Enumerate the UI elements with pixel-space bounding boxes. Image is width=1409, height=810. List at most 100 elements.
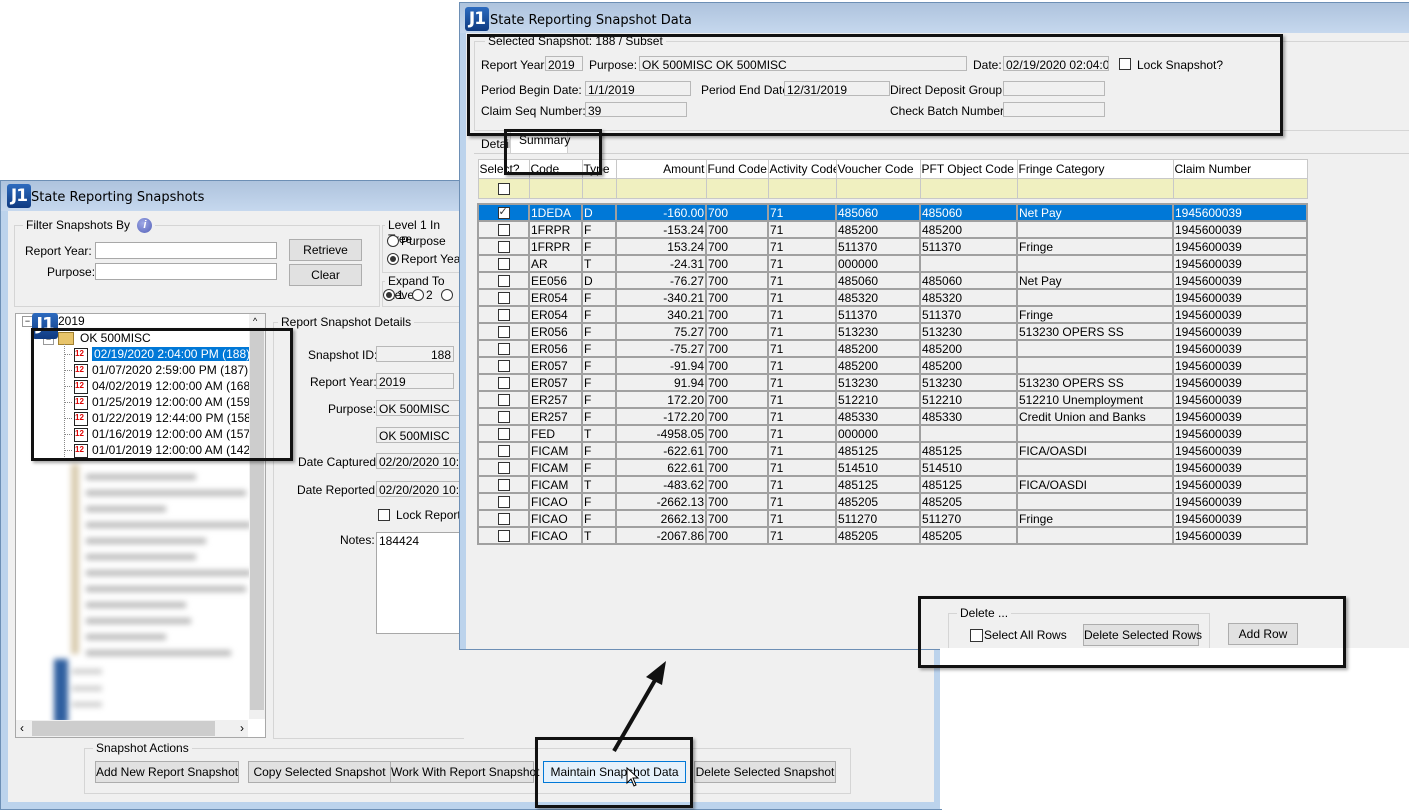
table-row[interactable]: ER057 F -91.94 700 71 485200 485200 1945600039 bbox=[477, 356, 1308, 375]
amount-cell[interactable]: -75.27 bbox=[615, 339, 707, 358]
voucher-code-cell[interactable]: 485060 bbox=[835, 271, 921, 290]
claim-number-cell[interactable]: 1945600039 bbox=[1172, 509, 1308, 528]
activity-code-cell[interactable]: 71 bbox=[767, 339, 837, 358]
amount-cell[interactable]: -172.20 bbox=[615, 407, 707, 426]
select-cell[interactable] bbox=[477, 254, 530, 273]
snapshot-tree[interactable]: − 2019 − OK 500MISC 02/19/2020 2:04:00 P… bbox=[15, 313, 266, 738]
col-header-type[interactable]: Type bbox=[581, 159, 617, 179]
select-cell[interactable] bbox=[477, 288, 530, 307]
claim-number-cell[interactable]: 1945600039 bbox=[1172, 220, 1308, 239]
fringe-category-cell[interactable]: 512210 Unemployment bbox=[1016, 390, 1174, 409]
tree-horizontal-scrollbar[interactable]: ‹ › bbox=[16, 720, 248, 737]
table-row[interactable]: 1DEDAD-160.0070071485060485060Net Pay194… bbox=[477, 203, 1308, 222]
lock-report-checkbox[interactable] bbox=[378, 509, 390, 521]
code-cell[interactable]: FICAO bbox=[528, 509, 583, 528]
code-cell[interactable]: FICAM bbox=[528, 475, 583, 494]
select-cell[interactable] bbox=[477, 220, 530, 239]
table-row[interactable]: ER057 F 91.94 700 71 513230 513230 513230 OPERS… bbox=[477, 373, 1308, 392]
activity-code-cell[interactable]: 71 bbox=[767, 458, 837, 477]
amount-cell[interactable]: -622.61 bbox=[615, 441, 707, 460]
fringe-category-cell[interactable]: Net Pay bbox=[1016, 271, 1174, 290]
row-select-checkbox[interactable] bbox=[497, 530, 510, 542]
fund-code-cell[interactable]: 700 bbox=[705, 475, 769, 494]
filter-type-cell[interactable] bbox=[581, 178, 617, 199]
pft-object-code-cell[interactable]: 485320 bbox=[919, 288, 1018, 307]
filter-select-cell[interactable] bbox=[477, 178, 530, 199]
voucher-code-cell[interactable]: 485330 bbox=[835, 407, 921, 426]
select-cell[interactable] bbox=[477, 475, 530, 494]
activity-code-cell[interactable]: 71 bbox=[767, 526, 837, 545]
table-row[interactable]: FICAM F -622.61 700 71 485125 485125 FICA/OASDI… bbox=[477, 441, 1308, 460]
claim-number-cell[interactable]: 1945600039 bbox=[1172, 356, 1308, 375]
code-cell[interactable]: FICAM bbox=[528, 458, 583, 477]
filter-fringe-cell[interactable] bbox=[1016, 178, 1174, 199]
clear-button[interactable]: Clear bbox=[289, 264, 362, 286]
type-cell[interactable]: D bbox=[581, 271, 617, 290]
col-header-amount[interactable]: Amount bbox=[615, 159, 707, 179]
voucher-code-cell[interactable]: 485205 bbox=[835, 492, 921, 511]
col-header-activity-code[interactable]: Activity Code bbox=[767, 159, 837, 179]
type-cell[interactable]: F bbox=[581, 492, 617, 511]
voucher-code-cell[interactable]: 485320 bbox=[835, 288, 921, 307]
fund-code-cell[interactable]: 700 bbox=[705, 271, 769, 290]
scroll-left-icon[interactable]: ‹ bbox=[20, 721, 24, 735]
fringe-category-cell[interactable]: Net Pay bbox=[1016, 203, 1174, 222]
col-header-code[interactable]: Code bbox=[528, 159, 583, 179]
filter-claim-cell[interactable] bbox=[1172, 178, 1308, 199]
claim-number-cell[interactable]: 1945600039 bbox=[1172, 492, 1308, 511]
amount-cell[interactable]: 153.24 bbox=[615, 237, 707, 256]
voucher-code-cell[interactable]: 514510 bbox=[835, 458, 921, 477]
voucher-code-cell[interactable]: 485205 bbox=[835, 526, 921, 545]
amount-cell[interactable]: -2067.86 bbox=[615, 526, 707, 545]
summary-data-grid[interactable]: Select? Code Type Amount Fund Code Activ… bbox=[477, 159, 1308, 545]
table-row[interactable]: ER056 F -75.27 700 71 485200 485200 1945600039 bbox=[477, 339, 1308, 358]
code-cell[interactable]: ER057 bbox=[528, 356, 583, 375]
fund-code-cell[interactable]: 700 bbox=[705, 237, 769, 256]
amount-cell[interactable]: -2662.13 bbox=[615, 492, 707, 511]
activity-code-cell[interactable]: 71 bbox=[767, 237, 837, 256]
voucher-code-cell[interactable]: 485200 bbox=[835, 339, 921, 358]
voucher-code-cell[interactable]: 485200 bbox=[835, 356, 921, 375]
pft-object-code-cell[interactable] bbox=[919, 254, 1018, 273]
fund-code-cell[interactable]: 700 bbox=[705, 322, 769, 341]
activity-code-cell[interactable]: 71 bbox=[767, 509, 837, 528]
row-select-checkbox[interactable] bbox=[497, 394, 510, 406]
select-cell[interactable] bbox=[477, 203, 530, 222]
row-select-checkbox[interactable] bbox=[497, 326, 510, 338]
claim-number-cell[interactable]: 1945600039 bbox=[1172, 288, 1308, 307]
row-select-checkbox[interactable] bbox=[497, 343, 510, 355]
activity-code-cell[interactable]: 71 bbox=[767, 288, 837, 307]
type-cell[interactable]: F bbox=[581, 288, 617, 307]
fund-code-cell[interactable]: 700 bbox=[705, 526, 769, 545]
code-cell[interactable]: ER257 bbox=[528, 390, 583, 409]
fringe-category-cell[interactable] bbox=[1016, 458, 1174, 477]
voucher-code-cell[interactable]: 485200 bbox=[835, 220, 921, 239]
voucher-code-cell[interactable]: 513230 bbox=[835, 322, 921, 341]
fringe-category-cell[interactable] bbox=[1016, 339, 1174, 358]
row-select-checkbox[interactable] bbox=[497, 309, 510, 321]
add-row-button[interactable]: Add Row bbox=[1228, 623, 1298, 645]
add-new-snapshot-button[interactable]: Add New Report Snapshot bbox=[95, 761, 239, 783]
row-select-checkbox[interactable] bbox=[497, 462, 510, 474]
pft-object-code-cell[interactable]: 485200 bbox=[919, 220, 1018, 239]
activity-code-cell[interactable]: 71 bbox=[767, 475, 837, 494]
select-cell[interactable] bbox=[477, 441, 530, 460]
select-cell[interactable] bbox=[477, 407, 530, 426]
scroll-thumb[interactable] bbox=[250, 330, 264, 710]
type-cell[interactable]: T bbox=[581, 526, 617, 545]
row-select-checkbox[interactable] bbox=[497, 479, 510, 491]
pft-object-code-cell[interactable] bbox=[919, 424, 1018, 443]
amount-cell[interactable]: -91.94 bbox=[615, 356, 707, 375]
fund-code-cell[interactable]: 700 bbox=[705, 373, 769, 392]
scroll-h-thumb[interactable] bbox=[32, 721, 215, 736]
activity-code-cell[interactable]: 71 bbox=[767, 373, 837, 392]
claim-number-cell[interactable]: 1945600039 bbox=[1172, 475, 1308, 494]
code-cell[interactable]: FICAO bbox=[528, 526, 583, 545]
table-row[interactable]: ER056 F 75.27 700 71 513230 513230 513230 OPERS… bbox=[477, 322, 1308, 341]
col-header-pft-object-code[interactable]: PFT Object Code bbox=[919, 159, 1018, 179]
fringe-category-cell[interactable]: Fringe bbox=[1016, 237, 1174, 256]
amount-cell[interactable]: 91.94 bbox=[615, 373, 707, 392]
code-cell[interactable]: ER056 bbox=[528, 322, 583, 341]
activity-code-cell[interactable]: 71 bbox=[767, 424, 837, 443]
filter-amount-cell[interactable] bbox=[615, 178, 707, 199]
